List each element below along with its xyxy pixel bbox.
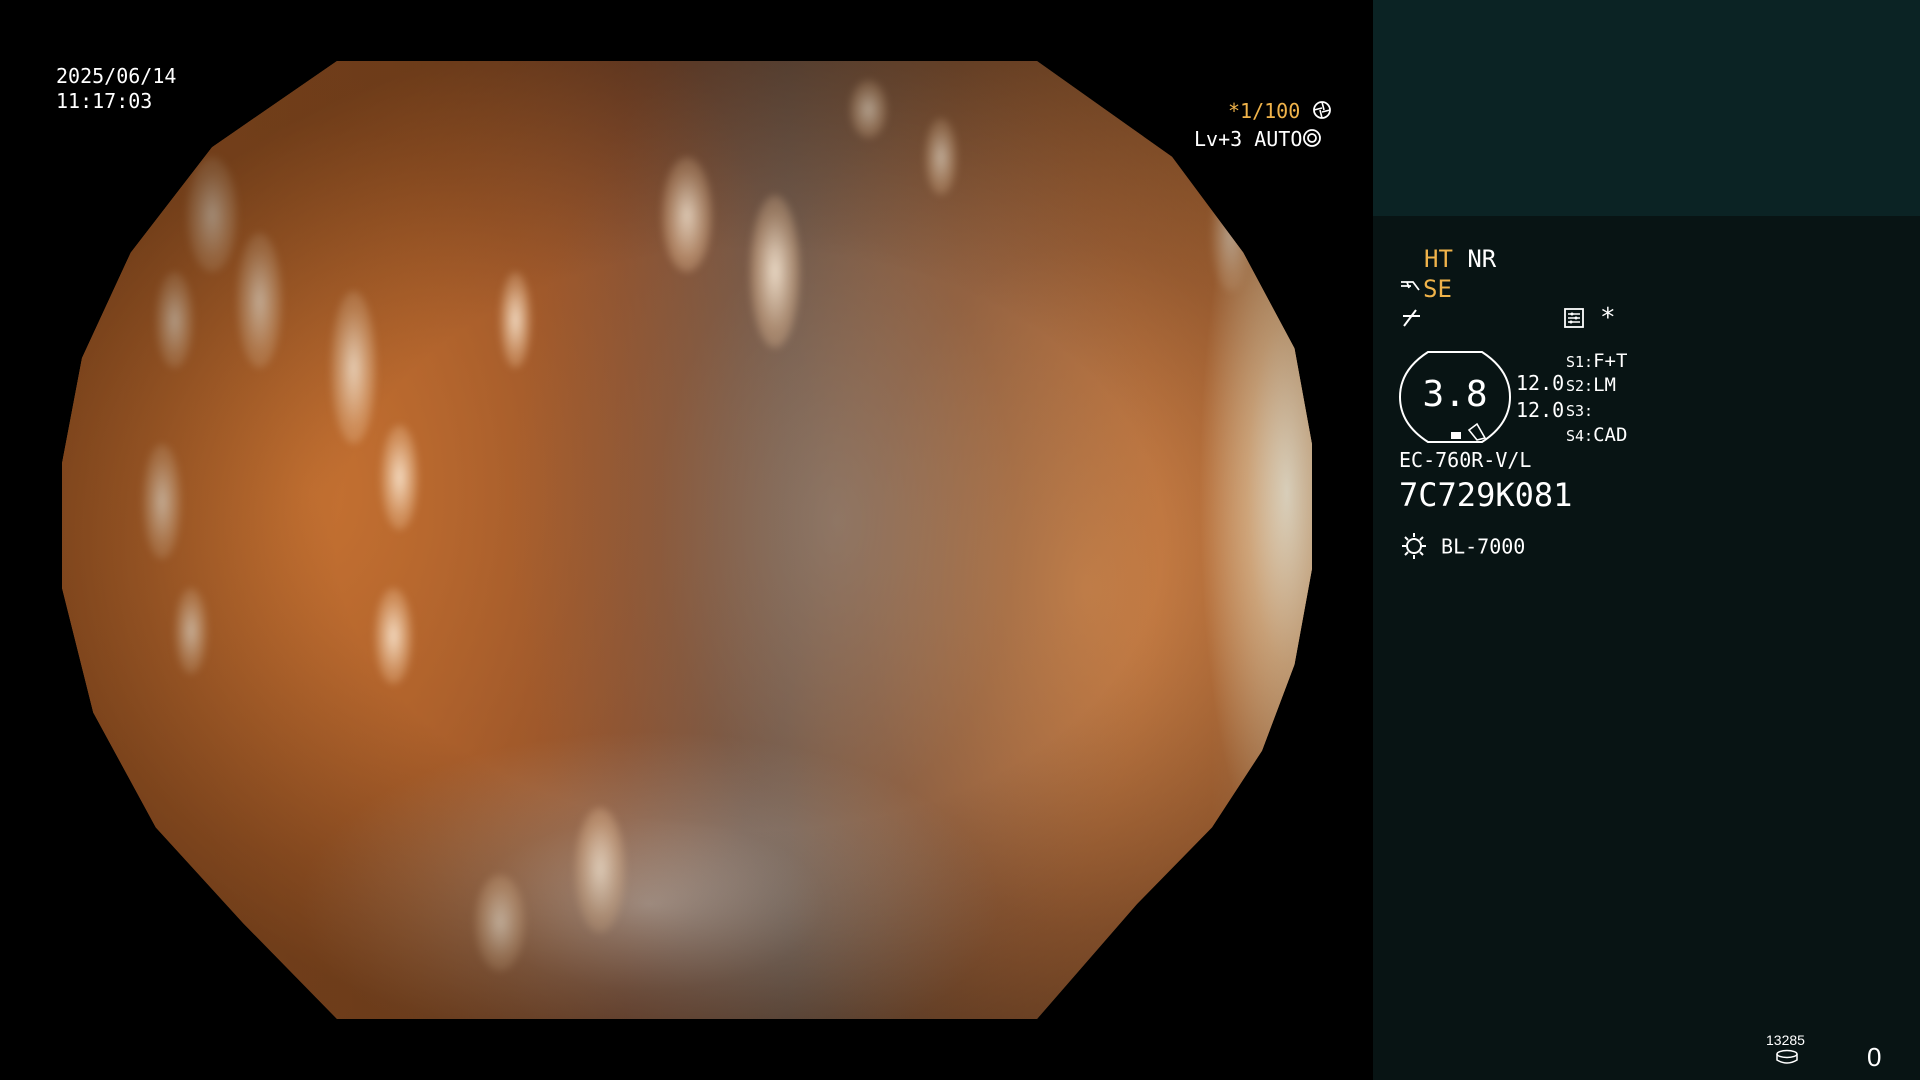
switch-s4: S4:CAD	[1566, 423, 1627, 449]
exposure-readout: Lv+3 AUTO	[1194, 127, 1322, 154]
switch-value: LM	[1593, 374, 1616, 396]
lamp-icon	[1399, 530, 1429, 566]
scope-model: EC-760R-V/L	[1399, 448, 1532, 472]
scope-value: 3.8	[1422, 374, 1488, 415]
gauge-marker	[1451, 432, 1461, 439]
light-source-model: BL-7000	[1441, 534, 1526, 559]
storage-disk-icon	[1775, 1049, 1799, 1069]
storage-index: 0	[1867, 1042, 1882, 1072]
scope-angle-icon	[1465, 420, 1487, 446]
scope-serial: 7C729K081	[1399, 476, 1573, 514]
switch-s3: S3:	[1566, 398, 1593, 424]
ht-label: HT	[1424, 245, 1453, 273]
light-source-row: BL-7000	[1399, 530, 1525, 566]
exposure-mode: AUTO	[1254, 127, 1303, 151]
asterisk-mark: *	[1600, 303, 1616, 333]
iris-icon	[1302, 128, 1322, 154]
switch-s2: S2:LM	[1566, 373, 1616, 399]
settings-sheet-icon	[1563, 307, 1585, 333]
zoom-line-icon	[1400, 306, 1424, 334]
shutter-readout: *1/100	[1228, 99, 1332, 126]
endoscope-image-view	[62, 61, 1312, 1019]
processing-row: HT NR	[1424, 244, 1496, 274]
readout-1: 12.0	[1516, 371, 1565, 395]
scope-tip-icon	[1399, 275, 1423, 305]
switch-key: S2:	[1566, 377, 1594, 395]
nr-label: NR	[1467, 245, 1497, 273]
readout-2: 12.0	[1516, 398, 1565, 422]
switch-key: S3:	[1566, 402, 1594, 420]
switch-value: CAD	[1593, 424, 1628, 446]
storage-count: 13285	[1766, 1032, 1805, 1048]
se-row: SE	[1399, 274, 1452, 305]
switch-value: F+T	[1593, 350, 1628, 372]
patient-info-area	[1373, 0, 1920, 216]
time-label: 11:17:03	[56, 89, 153, 113]
date-label: 2025/06/14	[56, 64, 177, 88]
shutter-speed: *1/100	[1228, 99, 1301, 123]
scope-gauge: 3.8	[1398, 350, 1512, 444]
se-label: SE	[1423, 275, 1452, 303]
exposure-level: Lv+3	[1194, 127, 1243, 151]
switch-key: S4:	[1566, 427, 1594, 445]
switch-key: S1:	[1566, 353, 1594, 371]
aperture-icon	[1312, 100, 1332, 126]
switch-s1: S1:F+T	[1566, 349, 1627, 375]
